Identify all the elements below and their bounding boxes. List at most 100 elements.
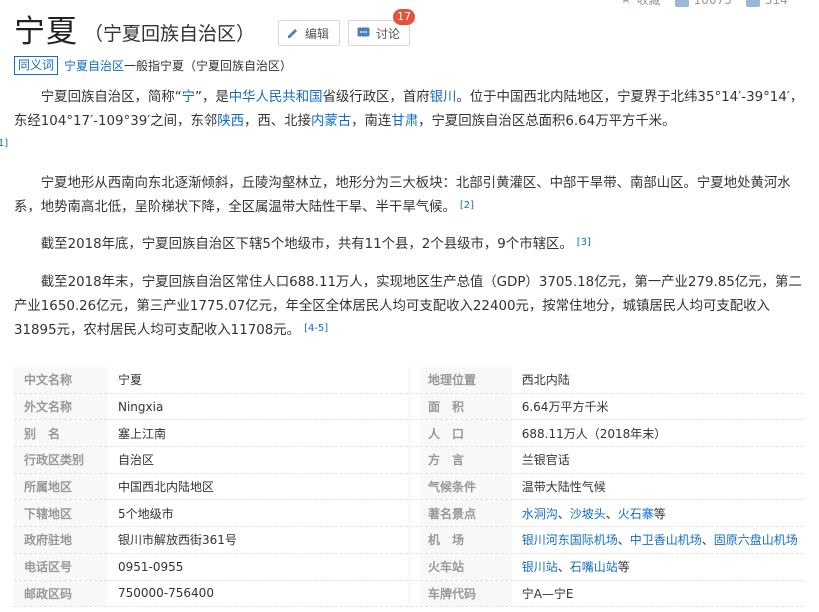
station-link[interactable]: 银川站 (522, 558, 558, 575)
info-value: 银川市解放西街361号 (108, 527, 408, 553)
collect-label: 收藏 (636, 0, 661, 7)
discuss-label: 讨论 (376, 26, 401, 41)
link-inner-mongolia[interactable]: 内蒙古 (311, 114, 351, 129)
airport-link[interactable]: 固原六盘山机场 (714, 531, 798, 548)
view-count-stat: 10075 (674, 0, 732, 8)
text: 截至2018年底，宁夏回族自治区下辖5个地级市，共有11个县，2个县级市，9个市… (40, 237, 573, 252)
info-label: 火车站 (428, 560, 465, 575)
info-label: 中文名称 (24, 373, 73, 388)
intro-paragraph: 宁夏回族自治区，简称“宁”，是中华人民共和国省级行政区，首府银川。位于中国西北内… (0, 86, 804, 158)
basic-info-table: 中文名称 宁夏 地理位置 西北内陆 外文名称 Ningxia 面 积 6.64万平方千米… (14, 367, 804, 608)
info-row: 邮政区码 750000-756400 车牌代码 宁A—宁E (14, 580, 804, 608)
reference-link[interactable]: [2] (460, 200, 474, 211)
text: ，宁夏回族自治区总面积6.64万平方千米。 (418, 114, 676, 129)
pencil-icon (288, 29, 297, 38)
separator: 、 (605, 506, 618, 521)
info-value: 水洞沟、沙坡头、火石寨等 (511, 500, 804, 527)
share-value: 314 (765, 0, 788, 7)
info-label: 地理位置 (428, 373, 477, 388)
count-value: 10075 (694, 0, 732, 7)
separator: 、 (557, 506, 570, 521)
scenic-link[interactable]: 火石寨 (618, 505, 654, 522)
separator: 、 (557, 560, 570, 575)
info-label: 车牌代码 (428, 586, 477, 601)
info-label: 著名景点 (428, 506, 477, 521)
edit-button[interactable]: 编辑 (278, 20, 340, 46)
info-row: 政府驻地 银川市解放西街361号 机 场银川河东国际机场、中卫香山机场、固原六盘山… (14, 527, 804, 554)
link-yinchuan[interactable]: 银川 (430, 90, 457, 105)
info-label: 所属地区 (24, 480, 73, 495)
info-row: 行政区类别 自治区 方 言 兰银官话 (14, 447, 804, 474)
info-value: 银川站、石嘴山站等 (511, 553, 804, 580)
synonym-description: 一般指宁夏（宁夏回族自治区） (124, 59, 293, 73)
link-prc[interactable]: 中华人民共和国 (229, 90, 323, 105)
info-label: 别 名 (24, 426, 61, 441)
airport-link[interactable]: 中卫香山机场 (630, 531, 702, 548)
link-ning[interactable]: 宁 (182, 90, 195, 105)
share-icon (745, 0, 760, 7)
info-value: 兰银官话 (511, 447, 804, 473)
text: ，南连 (351, 114, 392, 129)
link-gansu[interactable]: 甘肃 (391, 114, 418, 129)
info-label: 外文名称 (24, 400, 73, 415)
text: 截至2018年末，宁夏回族自治区常住人口688.11万人，实现地区生产总值（GD… (14, 275, 802, 338)
page-subtitle: （宁夏回族自治区） (84, 23, 256, 45)
economy-paragraph: 截至2018年末，宁夏回族自治区常住人口688.11万人，实现地区生产总值（GD… (14, 271, 804, 343)
text: 省级行政区，首府 (322, 90, 430, 105)
info-label: 政府驻地 (24, 533, 73, 548)
terrain-paragraph: 宁夏地形从西南向东北逐渐倾斜，丘陵沟壑林立，地形分为三大板块：北部引黄灌区、中部… (14, 172, 804, 220)
info-value: 0951-0955 (108, 553, 408, 580)
info-row: 别 名 塞上江南 人 口 688.11万人（2018年末） (14, 420, 804, 448)
info-value: 688.11万人（2018年末） (511, 420, 804, 447)
info-row: 中文名称 宁夏 地理位置 西北内陆 (14, 367, 804, 394)
edit-label: 编辑 (305, 26, 330, 41)
link-shaanxi[interactable]: 陕西 (217, 114, 244, 129)
info-label: 面 积 (428, 400, 465, 415)
reference-link[interactable]: [4-5] (304, 323, 328, 334)
info-value: 温带大陆性气候 (511, 473, 804, 500)
scenic-link[interactable]: 水洞沟 (522, 505, 558, 522)
info-label: 气候条件 (428, 480, 477, 495)
text: ”，是 (195, 90, 229, 105)
admin-paragraph: 截至2018年底，宁夏回族自治区下辖5个地级市，共有11个县，2个县级市，9个市… (14, 233, 804, 257)
suffix: 等 (617, 560, 630, 575)
info-row: 所属地区 中国西北内陆地区 气候条件 温带大陆性气候 (14, 473, 804, 501)
scenic-link[interactable]: 沙坡头 (570, 505, 606, 522)
polysemy-row: 同义词 宁夏自治区 一般指宁夏（宁夏回族自治区） (14, 56, 292, 75)
info-value: 6.64万平方千米 (511, 393, 804, 420)
page-stats: ★ 收藏 10075 314 (620, 0, 788, 8)
info-row: 下辖地区 5个地级市 著名景点 水洞沟、沙坡头、火石寨等 (14, 500, 804, 528)
info-value: 中国西北内陆地区 (108, 473, 408, 500)
info-value: 宁夏 (108, 367, 408, 393)
airport-link[interactable]: 银川河东国际机场 (522, 531, 618, 548)
text: 宁夏回族自治区，简称“ (40, 90, 182, 105)
synonym-link[interactable]: 宁夏自治区 (64, 57, 124, 74)
info-value: 塞上江南 (108, 420, 408, 447)
discuss-count-badge: 17 (393, 9, 415, 25)
station-link[interactable]: 石嘴山站 (570, 558, 618, 575)
collect-stat[interactable]: ★ 收藏 (620, 0, 661, 8)
info-label: 方 言 (428, 453, 465, 468)
info-value: 宁A—宁E (511, 580, 804, 607)
info-value: 自治区 (108, 447, 408, 473)
info-value: 银川河东国际机场、中卫香山机场、固原六盘山机场 (511, 527, 804, 553)
reference-link[interactable]: [1] (0, 138, 8, 149)
share-count-stat: 314 (745, 0, 788, 8)
info-value: 西北内陆 (511, 367, 804, 393)
separator: 、 (617, 533, 630, 548)
lemma-title: 宁夏 （宁夏回族自治区） (14, 12, 255, 52)
info-value: 5个地级市 (108, 500, 408, 527)
text: 宁夏地形从西南向东北逐渐倾斜，丘陵沟壑林立，地形分为三大板块：北部引黄灌区、中部… (14, 176, 791, 215)
info-label: 邮政区码 (24, 586, 73, 601)
star-icon: ★ (620, 0, 632, 7)
suffix: 等 (653, 506, 666, 521)
reference-link[interactable]: [3] (577, 237, 591, 248)
info-label: 下辖地区 (24, 506, 73, 521)
info-row: 电话区号 0951-0955 火车站 银川站、石嘴山站等 (14, 553, 804, 581)
info-value: Ningxia (108, 393, 408, 420)
info-label: 机 场 (428, 533, 465, 548)
separator: 、 (701, 533, 714, 548)
chat-icon (357, 27, 370, 37)
info-label: 电话区号 (24, 560, 73, 575)
page-title: 宁夏 (14, 14, 78, 50)
